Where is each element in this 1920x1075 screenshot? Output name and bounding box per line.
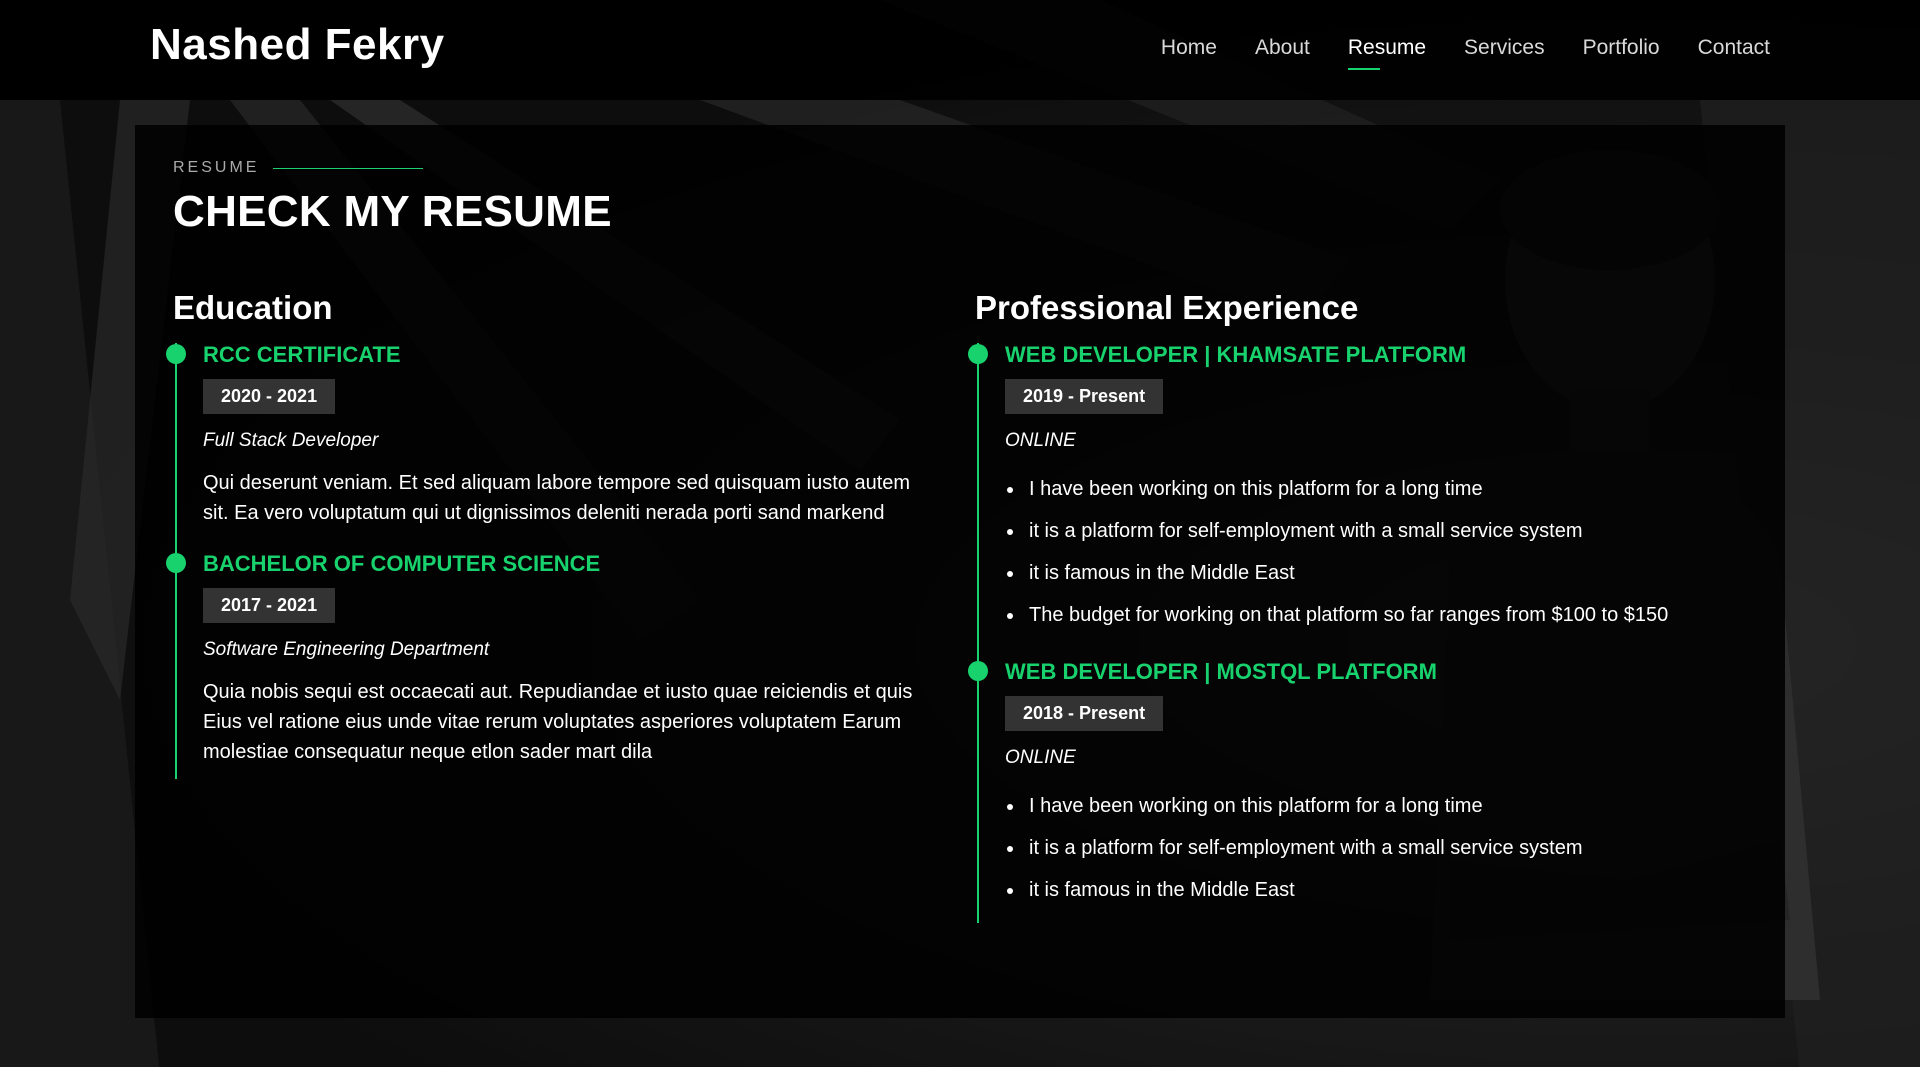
education-item-subtitle: Software Engineering Department: [203, 639, 490, 660]
education-item-subtitle: Full Stack Developer: [203, 430, 379, 451]
education-item: RCC CERTIFICATE 2020 - 2021 Full Stack D…: [166, 342, 933, 552]
nav-resume[interactable]: Resume: [1347, 36, 1426, 70]
timeline-dot: [166, 553, 186, 573]
section-tag-label: RESUME: [173, 159, 260, 176]
section-title: CHECK MY RESUME: [173, 187, 612, 236]
experience-item-title: WEB DEVELOPER | KHAMSATE PLATFORM: [1005, 342, 1467, 367]
experience-bullet-list: I have been working on this platform for…: [1005, 468, 1735, 636]
nav-contact[interactable]: Contact: [1698, 36, 1770, 60]
section-tag-line: [273, 167, 424, 169]
list-item: it is a platform for self-employment wit…: [1025, 827, 1735, 869]
list-item: it is a platform for self-employment wit…: [1025, 510, 1735, 552]
list-item: The budget for working on that platform …: [1025, 594, 1735, 636]
education-timeline: RCC CERTIFICATE 2020 - 2021 Full Stack D…: [166, 342, 933, 779]
nav-home[interactable]: Home: [1161, 36, 1217, 60]
date-badge: 2019 - Present: [1005, 379, 1164, 414]
education-item: BACHELOR OF COMPUTER SCIENCE 2017 - 2021…: [166, 551, 933, 779]
bottom-strip: [0, 1067, 1920, 1075]
date-badge: 2020 - 2021: [203, 379, 336, 414]
experience-column: Professional Experience WEB DEVELOPER | …: [968, 289, 1735, 923]
nav-about[interactable]: About: [1255, 36, 1310, 60]
experience-item-subtitle: ONLINE: [1005, 747, 1076, 768]
main-nav: Home About Resume Services Portfolio Con…: [1161, 36, 1770, 70]
section-tag: RESUME: [173, 159, 424, 177]
experience-item-title: WEB DEVELOPER | MOSTQL PLATFORM: [1005, 659, 1437, 684]
list-item: it is famous in the Middle East: [1025, 869, 1735, 911]
site-logo[interactable]: Nashed Fekry: [150, 20, 445, 70]
list-item: I have been working on this platform for…: [1025, 468, 1735, 510]
education-item-title: BACHELOR OF COMPUTER SCIENCE: [203, 551, 601, 576]
nav-portfolio[interactable]: Portfolio: [1583, 36, 1660, 60]
nav-services[interactable]: Services: [1464, 36, 1545, 60]
resume-panel: RESUME CHECK MY RESUME Education RCC CER…: [135, 125, 1785, 1018]
date-badge: 2017 - 2021: [203, 588, 336, 623]
date-badge: 2018 - Present: [1005, 696, 1164, 731]
experience-timeline: WEB DEVELOPER | KHAMSATE PLATFORM 2019 -…: [968, 342, 1735, 923]
experience-item: WEB DEVELOPER | KHAMSATE PLATFORM 2019 -…: [968, 342, 1735, 660]
education-heading: Education: [173, 289, 333, 326]
education-column: Education RCC CERTIFICATE 2020 - 2021 Fu…: [166, 289, 933, 779]
education-item-text: Qui deserunt veniam. Et sed aliquam labo…: [203, 472, 911, 524]
timeline-dot: [166, 344, 186, 364]
list-item: it is famous in the Middle East: [1025, 552, 1735, 594]
experience-heading: Professional Experience: [975, 289, 1359, 326]
experience-bullet-list: I have been working on this platform for…: [1005, 785, 1735, 911]
experience-item: WEB DEVELOPER | MOSTQL PLATFORM 2018 - P…: [968, 659, 1735, 923]
list-item: I have been working on this platform for…: [1025, 785, 1735, 827]
timeline-dot: [968, 661, 988, 681]
site-header: Nashed Fekry Home About Resume Services …: [0, 0, 1920, 100]
education-item-title: RCC CERTIFICATE: [203, 342, 401, 367]
education-item-text: Quia nobis sequi est occaecati aut. Repu…: [203, 681, 913, 763]
timeline-dot: [968, 344, 988, 364]
page: Nashed Fekry Home About Resume Services …: [0, 0, 1920, 1075]
experience-item-subtitle: ONLINE: [1005, 430, 1076, 451]
